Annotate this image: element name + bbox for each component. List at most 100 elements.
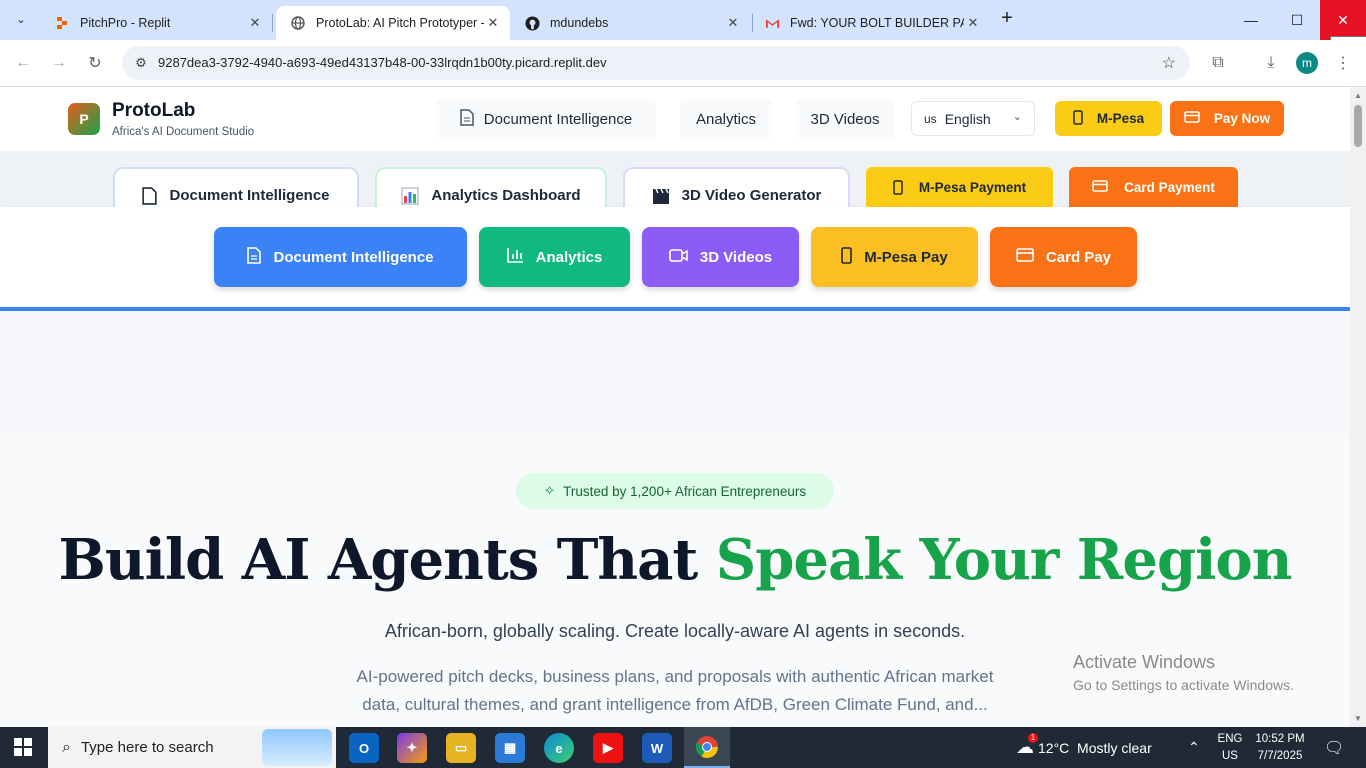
weather-badge: 1 <box>1028 733 1038 743</box>
tab-title: ProtoLab: AI Pitch Prototyper - C <box>316 16 484 30</box>
tab-label: M-Pesa Payment <box>918 180 1027 195</box>
mpesa-button[interactable]: M-Pesa <box>1055 101 1162 136</box>
plus-icon: + <box>1001 7 1013 29</box>
edge-icon[interactable]: e <box>544 733 574 763</box>
url-text[interactable]: 9287dea3-3792-4940-a693-49ed43137b48-00-… <box>158 55 607 70</box>
nav-label: Document Intelligence <box>483 110 633 128</box>
tab-title: PitchPro - Replit <box>80 16 171 30</box>
tab-title: Fwd: YOUR BOLT BUILDER PACK <box>790 16 964 30</box>
microsoft-store-icon[interactable]: ▦ <box>495 733 525 763</box>
brand-name[interactable]: ProtoLab <box>112 100 195 122</box>
maximize-button[interactable]: ☐ <box>1274 0 1320 40</box>
site-header: P ProtoLab Africa's AI Document Studio D… <box>0 87 1350 151</box>
tab-mpesa-payment[interactable]: M-Pesa Payment <box>866 167 1053 209</box>
tab-search-button[interactable]: ⌄ <box>8 6 34 32</box>
minimize-button[interactable]: — <box>1228 0 1274 40</box>
3d-videos-button[interactable]: 3D Videos <box>642 227 799 287</box>
back-button[interactable]: ← <box>11 51 35 75</box>
tab-label: Document Intelligence <box>169 187 330 204</box>
close-icon[interactable]: ✕ <box>964 15 982 31</box>
hero-subtitle: African-born, globally scaling. Create l… <box>384 621 966 641</box>
trust-badge: ✧ Trusted by 1,200+ African Entrepreneur… <box>516 473 834 509</box>
weather-text: 12°C Mostly clear <box>1038 739 1152 756</box>
clock-time: 10:52 PM <box>1255 733 1305 745</box>
logo[interactable]: P <box>68 103 100 135</box>
button-label: Card Pay <box>1045 248 1112 266</box>
taskbar-search[interactable]: ⌕ Type here to search <box>48 727 336 768</box>
tab-label: 3D Video Generator <box>681 187 822 204</box>
youtube-icon[interactable]: ▶ <box>593 733 623 763</box>
new-tab-button[interactable]: + <box>996 8 1018 30</box>
tab-protolab[interactable]: ProtoLab: AI Pitch Prototyper - C ✕ <box>276 6 510 40</box>
card-pay-button[interactable]: Card Pay <box>990 227 1137 287</box>
clapperboard-icon <box>652 187 670 209</box>
scroll-up-icon[interactable]: ▲ <box>1354 91 1362 100</box>
file-explorer-icon[interactable]: ▭ <box>446 733 476 763</box>
weather-widget[interactable]: ☁ 1 12°C Mostly clear <box>1016 727 1152 768</box>
tab-card-payment[interactable]: Card Payment <box>1069 167 1238 209</box>
phone-icon <box>1073 109 1083 128</box>
input-language[interactable]: ENG US <box>1214 731 1246 765</box>
arrow-left-icon: ← <box>15 54 31 71</box>
outlook-icon[interactable]: O <box>349 733 379 763</box>
nav-label: 3D Videos <box>810 110 880 128</box>
copilot-icon[interactable]: ✦ <box>397 733 427 763</box>
region-code: US <box>1222 750 1238 762</box>
pay-now-button[interactable]: Pay Now <box>1170 101 1284 136</box>
hero-description: AI-powered pitch decks, business plans, … <box>356 667 994 714</box>
download-icon[interactable]: ⤓ <box>1259 51 1283 75</box>
credit-card-icon <box>1092 180 1108 195</box>
bookmark-star-icon[interactable]: ☆ <box>1162 53 1176 73</box>
language-value: English <box>944 110 991 127</box>
browser-toolbar: ← → ↻ ⚙ 9287dea3-3792-4940-a693-49ed4313… <box>0 40 1366 87</box>
arrow-right-icon: → <box>51 54 67 71</box>
windows-start-icon[interactable] <box>14 738 32 756</box>
search-highlight-image <box>262 729 332 766</box>
show-hidden-icons[interactable]: ⌃ <box>1188 727 1200 768</box>
tab-strip: ⌄ PitchPro - Replit ✕ ProtoLab: AI Pitch… <box>0 0 1366 40</box>
document-icon <box>247 246 262 268</box>
nav-document-intelligence[interactable]: Document Intelligence <box>436 99 656 139</box>
reload-button[interactable]: ↻ <box>83 51 107 75</box>
site-settings-icon[interactable]: ⚙ <box>130 52 152 74</box>
scroll-down-icon[interactable]: ▼ <box>1354 714 1362 723</box>
windows-taskbar: ⌕ Type here to search O ✦ ▭ ▦ e ▶ W ☁ 1 1… <box>0 727 1366 768</box>
globe-icon <box>290 15 306 31</box>
headline-green: Speak Your Region <box>715 527 1293 593</box>
activate-windows-watermark: Activate Windows Go to Settings to activ… <box>1073 652 1294 693</box>
bar-chart-icon <box>506 247 524 267</box>
search-icon: ⌕ <box>62 738 71 756</box>
close-icon[interactable]: ✕ <box>724 15 742 31</box>
button-label: Document Intelligence <box>273 248 434 266</box>
document-icon <box>460 108 474 130</box>
word-icon[interactable]: W <box>642 733 672 763</box>
pay-now-label: Pay Now <box>1213 111 1271 126</box>
scrollbar-thumb[interactable] <box>1354 105 1362 147</box>
page-scrollbar[interactable]: ▲ ▼ <box>1350 87 1366 727</box>
close-icon[interactable]: ✕ <box>484 15 502 31</box>
document-intelligence-button[interactable]: Document Intelligence <box>214 227 467 287</box>
chrome-icon[interactable] <box>684 727 730 768</box>
profile-avatar[interactable]: m <box>1296 52 1318 74</box>
github-icon <box>524 15 540 31</box>
nav-analytics[interactable]: Analytics <box>680 99 772 139</box>
menu-kebab-icon[interactable]: ⋮ <box>1331 51 1355 75</box>
taskbar-clock[interactable]: 10:52 PM 7/7/2025 <box>1252 731 1308 765</box>
tab-pitchpro[interactable]: PitchPro - Replit ✕ <box>40 6 272 40</box>
notifications-icon[interactable]: 🗨 <box>1324 727 1344 768</box>
address-bar[interactable]: ⚙ 9287dea3-3792-4940-a693-49ed43137b48-0… <box>122 46 1190 80</box>
phone-icon <box>893 180 903 198</box>
mpesa-pay-button[interactable]: M-Pesa Pay <box>811 227 978 287</box>
feature-tabs-row: Document Intelligence Analytics Dashboar… <box>0 151 1350 217</box>
chevron-up-icon: ⌃ <box>1188 739 1200 755</box>
extensions-icon[interactable]: ⧉ <box>1206 51 1230 75</box>
forward-button[interactable]: → <box>47 51 71 75</box>
credit-card-icon <box>1016 248 1034 266</box>
tab-github[interactable]: mdundebs ✕ <box>510 6 750 40</box>
close-window-button[interactable]: ✕ <box>1320 0 1366 40</box>
analytics-button[interactable]: Analytics <box>479 227 630 287</box>
language-select[interactable]: us English ⌄ <box>911 101 1035 136</box>
close-icon[interactable]: ✕ <box>246 15 264 31</box>
nav-3d-videos[interactable]: 3D Videos <box>796 99 894 139</box>
tab-gmail[interactable]: Fwd: YOUR BOLT BUILDER PACK ✕ <box>750 6 990 40</box>
